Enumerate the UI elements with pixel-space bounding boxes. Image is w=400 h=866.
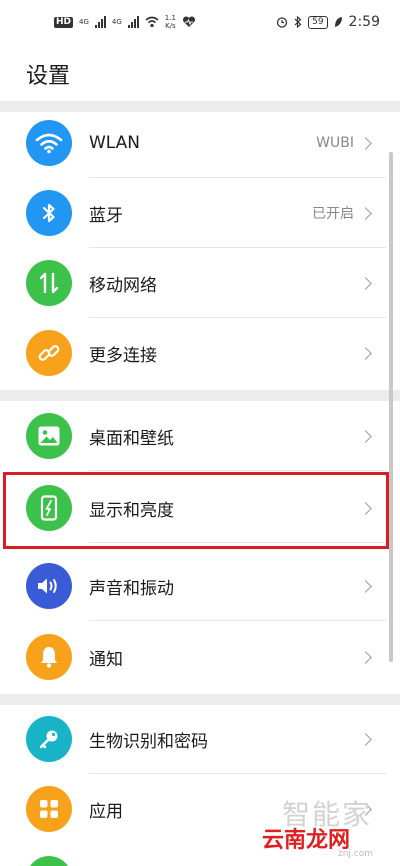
page-title: 设置: [26, 64, 71, 89]
settings-item-wallpaper[interactable]: 桌面和壁纸: [0, 401, 386, 471]
row-divider: [89, 620, 386, 621]
highlight-box: [3, 472, 389, 549]
mobile-data-icon: [26, 260, 72, 306]
settings-item-mobile-network[interactable]: 移动网络: [0, 248, 386, 318]
alarm-icon: [276, 17, 288, 28]
chevron-right-icon: [359, 732, 372, 746]
settings-item-label: 应用: [89, 801, 123, 822]
row-divider: [89, 470, 386, 471]
network-speed: 1.1 K/s: [164, 14, 176, 30]
key-icon: [26, 716, 72, 762]
settings-item-label: 移动网络: [89, 275, 157, 296]
hd-badge: HD: [54, 16, 74, 28]
chevron-right-icon: [359, 276, 372, 290]
bluetooth-icon: [26, 190, 72, 236]
clock: 2:59: [348, 14, 380, 30]
status-right: 59 2:59: [276, 14, 380, 30]
settings-item-label: 通知: [89, 649, 123, 670]
next-item-icon: [26, 856, 72, 866]
network-type-2: 4G: [111, 17, 122, 26]
status-bar: HD 4G 4G 1.1 K/s 59 2:59: [0, 0, 400, 48]
settings-item-value: WUBI: [316, 135, 354, 151]
wifi-status-icon: [145, 16, 159, 28]
link-icon: [26, 330, 72, 376]
settings-item-label: 声音和振动: [89, 578, 174, 599]
scrollbar[interactable]: [389, 152, 393, 662]
settings-item-sound-vibration[interactable]: 声音和振动: [0, 551, 386, 621]
settings-item-label: 生物识别和密码: [89, 731, 208, 752]
chevron-right-icon: [359, 429, 372, 443]
watermark-site: 云南龙网: [262, 828, 351, 853]
chevron-right-icon: [359, 136, 372, 150]
watermark-url: znj.com: [338, 849, 374, 859]
signal-icon-2: [127, 16, 139, 28]
chevron-right-icon: [359, 579, 372, 593]
bell-icon: [26, 634, 72, 680]
battery-indicator: 59: [308, 15, 328, 29]
chevron-right-icon: [359, 650, 372, 664]
leaf-icon: [334, 17, 342, 27]
settings-item-label: 更多连接: [89, 345, 157, 366]
chevron-right-icon: [359, 206, 372, 220]
speaker-icon: [26, 563, 72, 609]
settings-item-biometrics-password[interactable]: 生物识别和密码: [0, 704, 386, 774]
settings-item-label: 桌面和壁纸: [89, 428, 174, 449]
apps-grid-icon: [26, 786, 72, 832]
section-divider: [0, 390, 400, 401]
heart-monitor-icon: [182, 16, 195, 27]
signal-icon: [94, 16, 106, 28]
settings-item-label: 蓝牙: [89, 205, 123, 226]
settings-item-label: WLAN: [89, 133, 141, 153]
status-left: HD 4G 4G 1.1 K/s: [54, 14, 196, 30]
wifi-icon: [26, 120, 72, 166]
settings-item-bluetooth[interactable]: 蓝牙 已开启: [0, 178, 386, 248]
image-icon: [26, 413, 72, 459]
bluetooth-status-icon: [294, 16, 302, 28]
settings-item-value: 已开启: [312, 206, 354, 222]
settings-item-notifications[interactable]: 通知: [0, 622, 386, 692]
settings-item-wlan[interactable]: WLAN WUBI: [0, 108, 386, 178]
network-type-1: 4G: [79, 17, 89, 26]
chevron-right-icon: [359, 346, 372, 360]
settings-item-more-connections[interactable]: 更多连接: [0, 318, 386, 388]
